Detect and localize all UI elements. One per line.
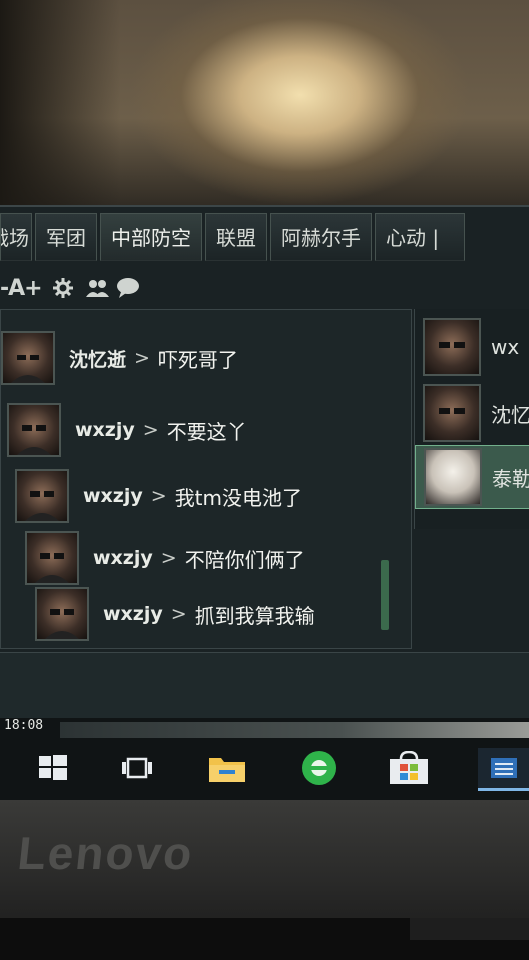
message-separator: > [142, 419, 159, 441]
tab-alliance[interactable]: 联盟 [205, 213, 267, 261]
chat-scrollbar[interactable] [381, 560, 389, 630]
message-nick[interactable]: wxzjy [93, 547, 153, 569]
tab-label: 战场 [1, 226, 29, 250]
tab-label: 中部防空 [111, 226, 191, 250]
gear-icon[interactable] [52, 277, 74, 299]
clock-text: 18:08 [4, 718, 44, 733]
file-explorer-icon[interactable] [206, 748, 248, 788]
message-separator: > [134, 347, 150, 369]
user-name: 沈忆 [491, 402, 529, 427]
user-name: wx [491, 335, 520, 359]
message-nick[interactable]: wxzjy [103, 603, 163, 625]
user-list-item[interactable]: wx [415, 315, 529, 379]
tab-central-air-defense[interactable]: 中部防空 [100, 213, 202, 261]
photo-scene: 战场 军团 中部防空 联盟 阿赫尔手 心动 | -A+ 沈忆逝 > [0, 0, 529, 960]
tab-xindong[interactable]: 心动 | [375, 213, 465, 261]
avatar[interactable] [7, 403, 61, 457]
avatar[interactable] [35, 587, 89, 641]
edge-browser-icon[interactable] [298, 748, 340, 788]
ambient-glare [0, 0, 529, 215]
message-text: 吓死哥了 [157, 347, 238, 372]
avatar[interactable] [1, 331, 55, 385]
message-text: 不陪你们俩了 [184, 547, 305, 572]
tab-label: 联盟 [216, 226, 256, 250]
channel-tabs: 战场 军团 中部防空 联盟 阿赫尔手 心动 | [0, 213, 529, 265]
message-text: 抓到我算我输 [194, 603, 315, 628]
avatar [423, 318, 481, 376]
windows-taskbar: 18:08 [0, 718, 529, 800]
tab-label: 阿赫尔手 [281, 226, 361, 250]
active-app-icon[interactable] [478, 748, 529, 791]
monitor-screen: 战场 军团 中部防空 联盟 阿赫尔手 心动 | -A+ 沈忆逝 > [0, 205, 529, 802]
tab-battlefield[interactable]: 战场 [0, 213, 32, 261]
message-nick[interactable]: wxzjy [75, 419, 135, 441]
message-separator: > [160, 547, 177, 569]
message-separator: > [150, 485, 167, 507]
tab-ahe-ershou[interactable]: 阿赫尔手 [270, 213, 372, 261]
chat-message: wxzjy > 不要这丫 [7, 402, 247, 458]
chat-message: wxzjy > 不陪你们俩了 [25, 530, 305, 586]
tab-legion[interactable]: 军团 [35, 213, 97, 261]
chat-message: wxzjy > 我tm没电池了 [15, 468, 302, 524]
avatar[interactable] [15, 469, 69, 523]
monitor-bezel: Lenovo [0, 800, 529, 960]
chat-message-area[interactable]: 沈忆逝 > 吓死哥了 wxzjy > 不要这丫 wxzjy > 我tm没电池了 … [0, 309, 412, 649]
avatar [424, 448, 482, 506]
avatar [423, 384, 481, 442]
user-name: 泰勒 [492, 466, 529, 491]
chat-bubble-icon[interactable] [116, 277, 139, 299]
chat-message: wxzjy > 抓到我算我输 [35, 586, 315, 642]
message-nick[interactable]: wxzjy [83, 485, 143, 507]
user-list-item[interactable]: 沈忆 [415, 381, 529, 445]
windows-start-icon[interactable] [32, 748, 74, 788]
task-view-icon[interactable] [116, 748, 158, 788]
font-size-control[interactable]: -A+ [0, 276, 43, 301]
chat-message: 沈忆逝 > 吓死哥了 [1, 330, 238, 386]
user-list-panel: wx 沈忆 泰勒 [414, 309, 529, 529]
tab-label: 军团 [46, 226, 86, 250]
message-text: 我tm没电池了 [174, 485, 303, 510]
user-list-item-selected[interactable]: 泰勒 [415, 445, 529, 509]
brand-logo: Lenovo [15, 827, 197, 879]
message-nick[interactable]: 沈忆逝 [69, 345, 126, 372]
store-icon[interactable] [388, 748, 430, 788]
chat-toolbar: -A+ [0, 271, 139, 305]
bezel-foot [0, 918, 529, 960]
message-text: 不要这丫 [166, 419, 247, 444]
message-separator: > [170, 603, 187, 625]
group-icon[interactable] [84, 277, 109, 299]
taskbar-preview-strip [60, 722, 529, 738]
tab-label: 心动 | [386, 226, 440, 250]
avatar[interactable] [25, 531, 79, 585]
